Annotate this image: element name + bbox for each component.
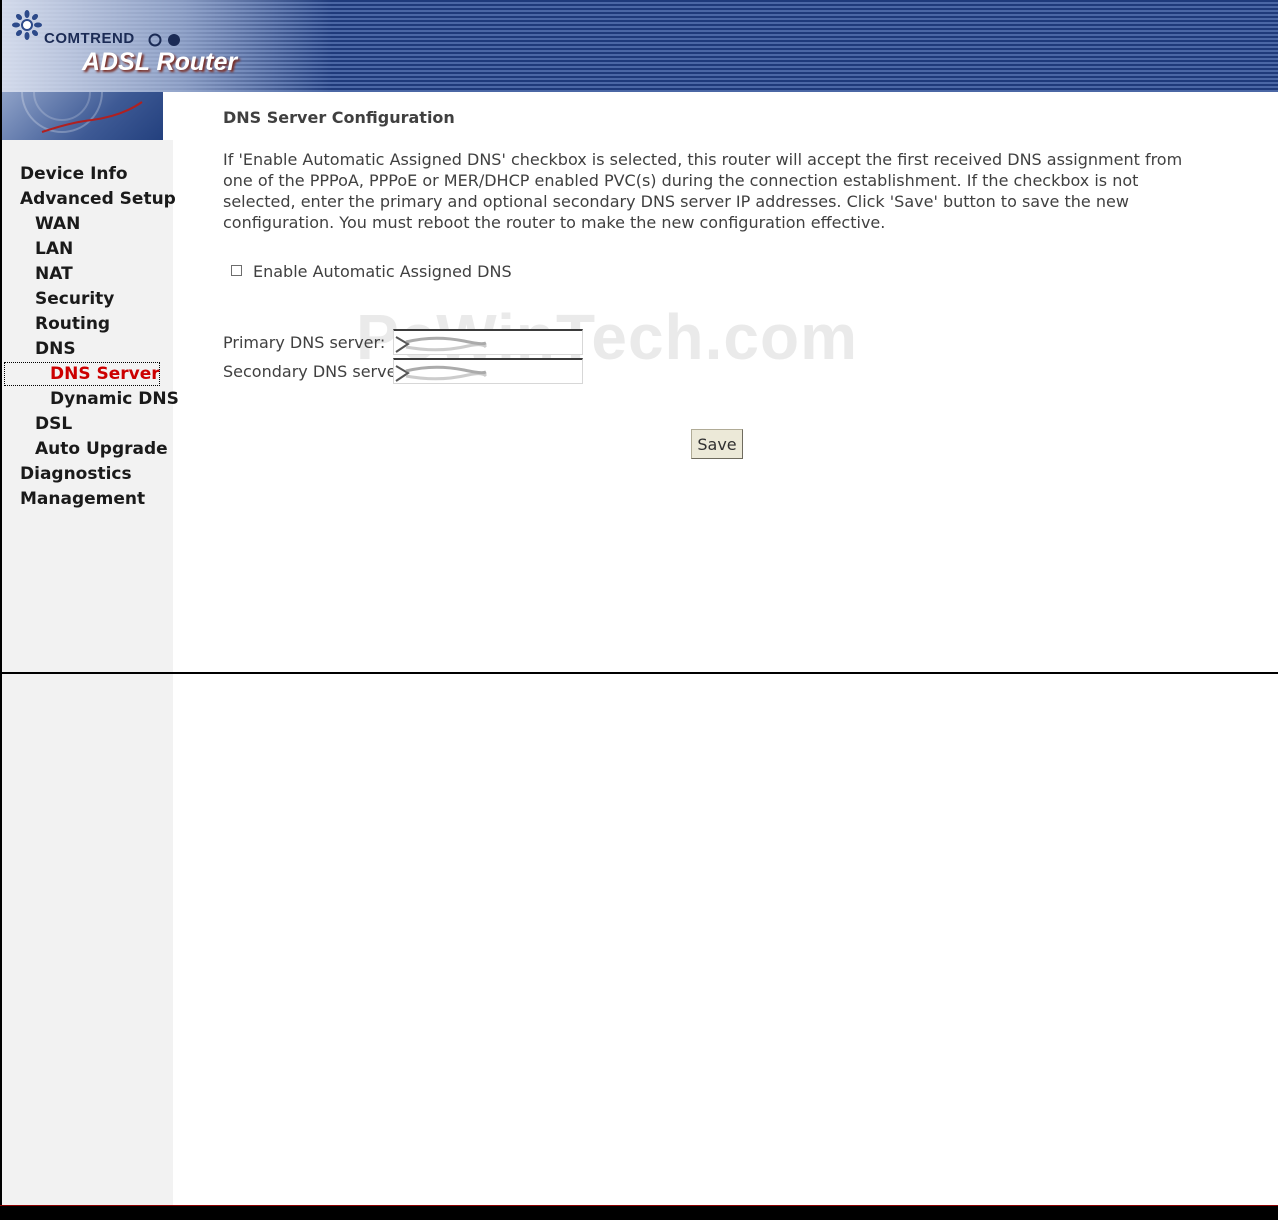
- secondary-dns-input[interactable]: [393, 358, 583, 384]
- sidebar-item-management[interactable]: Management: [20, 488, 145, 510]
- secondary-dns-label: Secondary DNS server:: [223, 362, 409, 381]
- auto-dns-label: Enable Automatic Assigned DNS: [253, 262, 512, 281]
- primary-dns-input[interactable]: [393, 329, 583, 355]
- sidebar-item-lan[interactable]: LAN: [35, 238, 73, 260]
- brand-name: COMTREND: [44, 30, 135, 47]
- sidebar-item-routing[interactable]: Routing: [35, 313, 110, 335]
- swoosh-graphic: [21, 51, 143, 133]
- sidebar-item-nat[interactable]: NAT: [35, 263, 73, 285]
- intro-text: If 'Enable Automatic Assigned DNS' check…: [223, 150, 1183, 232]
- footer-bar: [0, 1205, 1278, 1220]
- sidebar-item-auto-upgrade[interactable]: Auto Upgrade: [35, 438, 168, 460]
- auto-dns-checkbox[interactable]: [231, 265, 242, 276]
- sidebar-item-device-info[interactable]: Device Info: [20, 163, 128, 185]
- brand-dots-icon: [148, 33, 180, 47]
- sidebar-item-security[interactable]: Security: [35, 288, 114, 310]
- redacted-value-icon: [395, 365, 488, 382]
- sidebar-item-wan[interactable]: WAN: [35, 213, 80, 235]
- sidebar-item-advanced-setup[interactable]: Advanced Setup: [20, 188, 176, 210]
- sidebar-item-dns[interactable]: DNS: [35, 338, 76, 360]
- sidebar-item-dns-server[interactable]: DNS Server: [4, 362, 160, 386]
- frame-divider: [0, 672, 1278, 674]
- sidebar-item-dsl[interactable]: DSL: [35, 413, 72, 435]
- header-artwork: COMTREND ADSL Router: [2, 0, 332, 92]
- primary-dns-label: Primary DNS server:: [223, 333, 386, 352]
- header-logo-panel: [2, 51, 163, 140]
- redacted-value-icon: [395, 336, 488, 353]
- sidebar-item-dynamic-dns[interactable]: Dynamic DNS: [50, 388, 179, 410]
- save-button[interactable]: Save: [691, 429, 743, 459]
- sidebar-item-diagnostics[interactable]: Diagnostics: [20, 463, 132, 485]
- page-title: DNS Server Configuration: [223, 108, 455, 127]
- sunflower-logo-icon: [12, 10, 42, 40]
- product-name: ADSL Router: [82, 48, 238, 76]
